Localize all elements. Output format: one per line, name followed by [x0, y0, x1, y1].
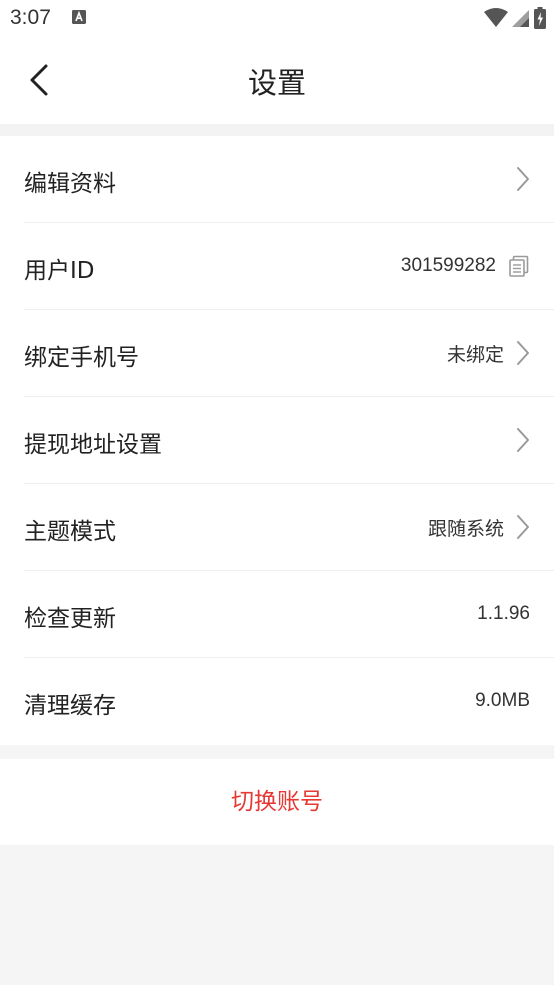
theme-mode-row[interactable]: 主题模式 跟随系统 [24, 484, 554, 571]
status-icons [484, 7, 546, 29]
clear-cache-label: 清理缓存 [24, 693, 116, 719]
battery-charging-icon [534, 7, 546, 29]
chevron-right-icon [517, 515, 529, 539]
copy-icon[interactable] [508, 255, 530, 277]
switch-account-button[interactable]: 切换账号 [0, 759, 554, 845]
settings-list: 编辑资料 用户ID 301599282 绑定手机号 未绑定 提现地址设置 主题模… [0, 136, 554, 745]
check-update-row[interactable]: 检查更新 1.1.96 [24, 571, 554, 658]
clear-cache-row[interactable]: 清理缓存 9.0MB [24, 658, 554, 745]
check-update-label: 检查更新 [24, 606, 116, 632]
section-divider [0, 124, 554, 136]
user-id-value: 301599282 [400, 255, 496, 276]
clear-cache-right: 9.0MB [475, 658, 530, 744]
theme-mode-value: 跟随系统 [427, 517, 504, 540]
user-id-row: 用户ID 301599282 [24, 223, 554, 310]
withdraw-address-label: 提现地址设置 [24, 432, 162, 458]
withdraw-address-right [516, 397, 530, 483]
edit-profile-label: 编辑资料 [24, 171, 116, 197]
user-id-right: 301599282 [401, 223, 530, 309]
bind-phone-row[interactable]: 绑定手机号 未绑定 [24, 310, 554, 397]
switch-account-section: 切换账号 [0, 759, 554, 845]
bind-phone-label: 绑定手机号 [24, 345, 139, 371]
chevron-right-icon [517, 167, 529, 191]
withdraw-address-row[interactable]: 提现地址设置 [24, 397, 554, 484]
navigation-bar: 设置 [0, 38, 554, 124]
edit-profile-row[interactable]: 编辑资料 [24, 136, 554, 223]
status-bar: 3:07 [0, 0, 554, 38]
bind-phone-right: 未绑定 [447, 310, 530, 396]
chevron-right-icon [517, 428, 529, 452]
bind-phone-value: 未绑定 [446, 343, 504, 366]
notification-a-icon [72, 10, 86, 24]
status-time: 3:07 [10, 6, 51, 29]
page-title: 设置 [247, 66, 306, 100]
chevron-right-icon [517, 341, 529, 365]
cache-size-value: 9.0MB [475, 690, 530, 711]
wifi-icon [484, 8, 508, 27]
theme-mode-label: 主题模式 [24, 519, 116, 545]
settings-screen: 3:07 设置 编辑资料 用户ID 301599282 绑定手机号 未绑定 提现… [0, 0, 554, 985]
check-update-right: 1.1.96 [477, 571, 530, 657]
cellular-signal-icon [512, 10, 529, 27]
edit-profile-right [516, 136, 530, 222]
app-version-value: 1.1.96 [477, 603, 530, 624]
user-id-label: 用户ID [24, 258, 95, 284]
theme-mode-right: 跟随系统 [428, 484, 530, 570]
